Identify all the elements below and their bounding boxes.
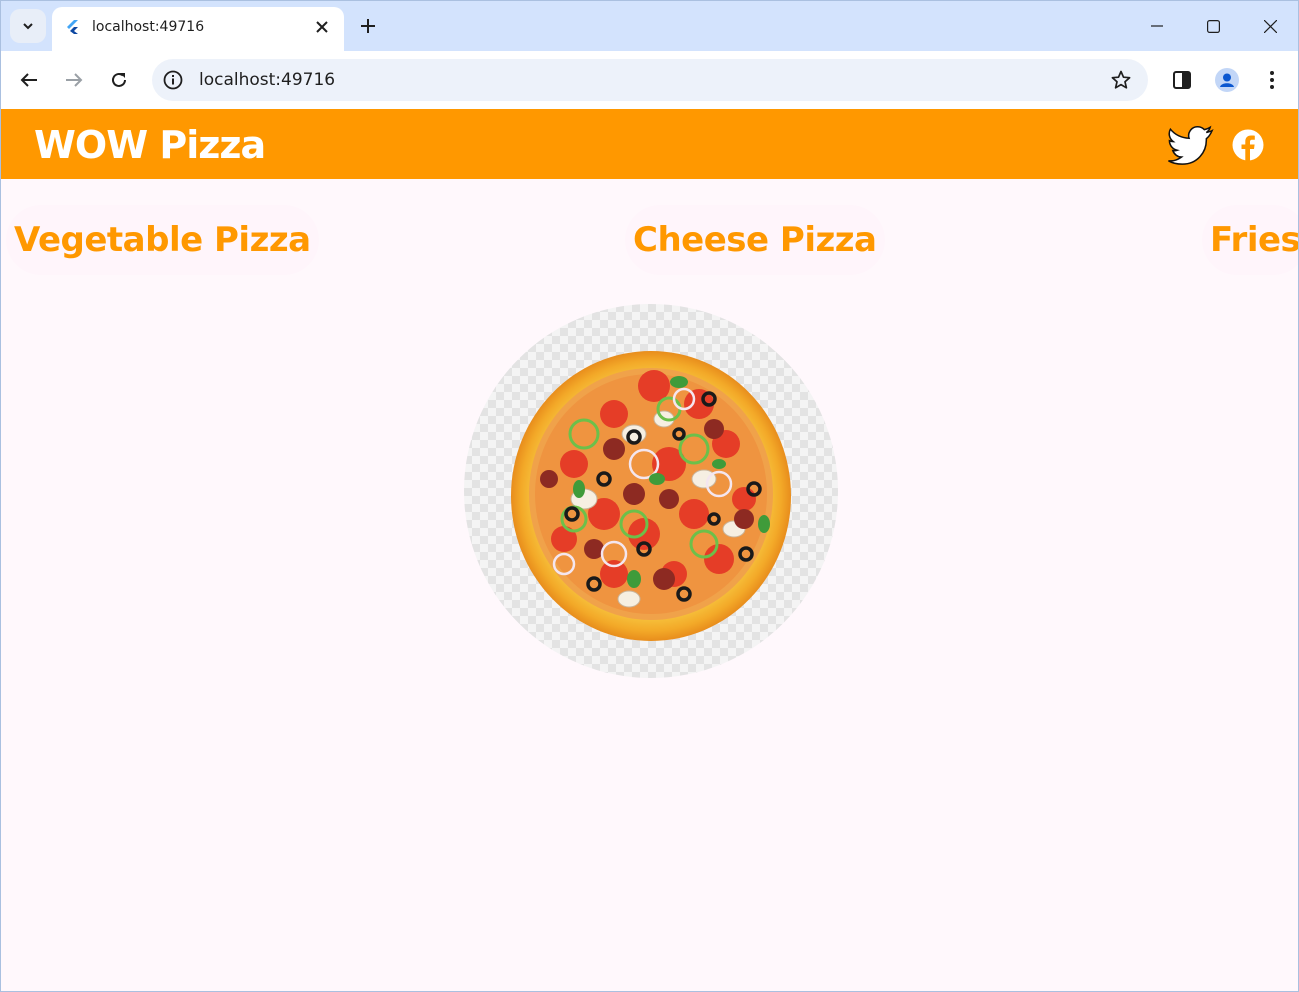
profile-button[interactable] — [1211, 64, 1243, 96]
maximize-icon — [1206, 19, 1220, 33]
back-button[interactable] — [13, 64, 45, 96]
tab-search-button[interactable] — [10, 9, 46, 43]
pizza-image — [464, 304, 838, 678]
menu-item-cheese-pizza[interactable]: Cheese Pizza — [625, 205, 885, 275]
menu-item-label: Fries — [1210, 220, 1298, 260]
tab-close-button[interactable] — [312, 17, 332, 37]
info-icon — [163, 70, 183, 90]
twitter-icon — [1168, 125, 1214, 165]
minimize-button[interactable] — [1129, 1, 1185, 51]
tab-strip: localhost:49716 — [1, 1, 1298, 51]
side-panel-icon — [1173, 71, 1191, 89]
url-text: localhost:49716 — [199, 70, 336, 90]
flutter-icon — [67, 20, 78, 34]
forward-button[interactable] — [58, 64, 90, 96]
reload-icon — [112, 72, 126, 87]
site-info-button[interactable] — [162, 69, 184, 91]
avatar-icon — [1215, 68, 1239, 92]
arrow-right-icon — [66, 73, 83, 87]
app-title: WOW Pizza — [34, 123, 266, 167]
facebook-icon — [1232, 129, 1264, 161]
menu-item-vegetable-pizza[interactable]: Vegetable Pizza — [6, 205, 319, 275]
minimize-icon — [1151, 25, 1163, 27]
close-icon — [1263, 19, 1277, 33]
star-icon — [1111, 70, 1131, 89]
browser-tab[interactable]: localhost:49716 — [52, 7, 344, 51]
browser-menu-button[interactable] — [1256, 64, 1288, 96]
more-vert-icon — [1270, 71, 1274, 89]
page-content: WOW Pizza Vegetable Pizza Cheese Pizza F… — [1, 109, 1298, 991]
arrow-left-icon — [20, 73, 37, 87]
tab-title: localhost:49716 — [92, 19, 205, 35]
bookmark-button[interactable] — [1110, 69, 1132, 91]
facebook-button[interactable] — [1225, 123, 1271, 167]
menu-item-label: Vegetable Pizza — [14, 220, 311, 260]
pizza-illustration — [511, 351, 791, 641]
close-icon — [316, 21, 328, 33]
menu-item-fries[interactable]: Fries — [1202, 205, 1298, 275]
menu-item-label: Cheese Pizza — [633, 220, 877, 260]
maximize-button[interactable] — [1185, 1, 1241, 51]
close-window-button[interactable] — [1242, 1, 1298, 51]
app-bar: WOW Pizza — [1, 109, 1298, 179]
twitter-button[interactable] — [1168, 123, 1214, 167]
reload-button[interactable] — [103, 64, 135, 96]
side-panel-button[interactable] — [1166, 64, 1198, 96]
chevron-down-icon — [23, 23, 33, 30]
new-tab-button[interactable] — [355, 13, 381, 39]
browser-window: localhost:49716 localhost:49716 WOW Pizz… — [0, 0, 1299, 992]
browser-toolbar: localhost:49716 — [1, 51, 1298, 109]
plus-icon — [361, 19, 375, 33]
address-bar[interactable]: localhost:49716 — [152, 59, 1148, 101]
